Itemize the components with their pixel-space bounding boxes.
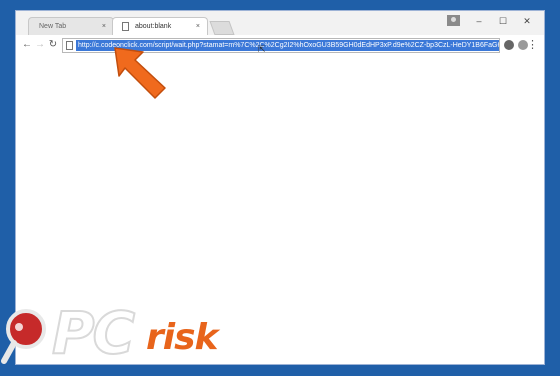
logo-risk-text: risk [146,317,218,358]
back-arrow-icon[interactable]: ← [20,37,34,53]
forward-arrow-icon[interactable]: → [33,37,47,53]
profile-icon[interactable] [447,15,460,26]
window-controls: – ☐ ✕ [447,13,536,29]
logo-pc-text: PC [51,298,136,368]
orange-arrow-icon [114,47,166,99]
extension-icon[interactable] [504,40,514,50]
page-icon [122,22,129,31]
tab-close-icon[interactable]: × [196,18,200,36]
tab-close-icon[interactable]: × [102,18,106,36]
pcrisk-logo: PC risk [0,298,240,376]
menu-icon[interactable]: ⋮ [527,37,538,53]
tab-new-tab[interactable]: New Tab × [28,17,114,35]
toolbar: ← → ↻ http://c.codeonclick.com/script/wa… [16,35,544,57]
minimize-button[interactable]: – [470,13,488,29]
title-bar: New Tab × about:blank × – ☐ ✕ [16,11,544,35]
page-info-icon[interactable] [66,41,73,50]
close-window-button[interactable]: ✕ [518,13,536,29]
magnifier-icon [1,309,46,364]
reload-icon[interactable]: ↻ [46,37,60,53]
mouse-cursor-icon: ⇱ [258,44,266,54]
tab-about-blank[interactable]: about:blank × [112,17,208,35]
tab-label: about:blank [135,23,172,30]
maximize-button[interactable]: ☐ [494,13,512,29]
new-tab-button[interactable] [209,21,235,35]
tab-label: New Tab [39,23,67,30]
